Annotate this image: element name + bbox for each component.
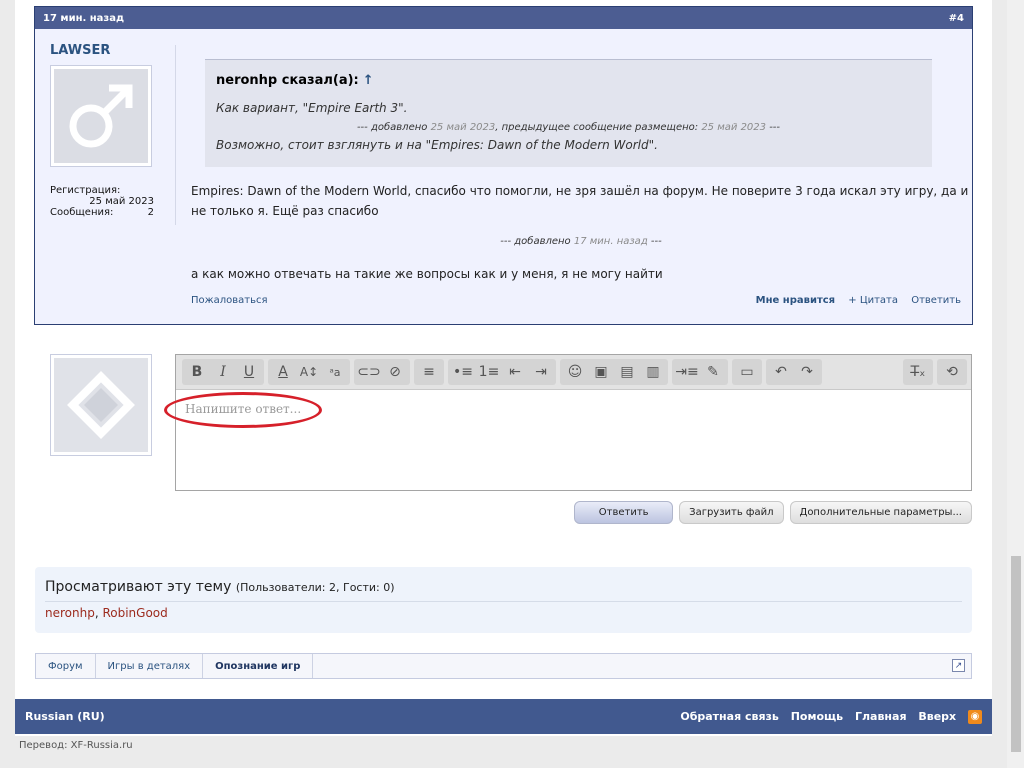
code-icon[interactable]: ▥	[640, 359, 666, 385]
upload-file-button[interactable]: Загрузить файл	[679, 501, 784, 524]
post-header: 17 мин. назад #4	[35, 7, 972, 29]
insert-icon[interactable]: ⇥≡	[674, 359, 700, 385]
added2-suffix: ---	[647, 236, 662, 247]
author-name[interactable]: LAWSER	[50, 43, 160, 58]
breadcrumb-forum[interactable]: Форум	[36, 654, 96, 678]
quote-author-name: neronhp сказал(а):	[216, 73, 359, 88]
indent-icon[interactable]: ⇥	[528, 359, 554, 385]
reply-button[interactable]: Ответить	[574, 501, 674, 524]
breadcrumb-games[interactable]: Игры в деталях	[96, 654, 204, 678]
top-link[interactable]: Вверх	[918, 710, 956, 723]
jump-to-icon[interactable]: ↗	[952, 659, 965, 672]
viewers-separator	[45, 601, 962, 602]
quote-author: neronhp сказал(а): ↑	[216, 73, 374, 88]
breadcrumb-current[interactable]: Опознание игр	[203, 654, 314, 678]
more-options-button[interactable]: Дополнительные параметры...	[789, 501, 972, 524]
scrollbar[interactable]	[1007, 0, 1024, 768]
italic-icon[interactable]: I	[210, 359, 236, 385]
post-text-1: Empires: Dawn of the Modern World, спаси…	[191, 184, 969, 218]
user-stats: Регистрация: 25 май 2023 Сообщения: 2	[50, 185, 154, 218]
added-date: 25 май 2023	[430, 122, 496, 133]
reg-label: Регистрация:	[50, 185, 121, 196]
outdent-icon[interactable]: ⇤	[502, 359, 528, 385]
messages-count[interactable]: 2	[148, 207, 154, 218]
author-avatar[interactable]	[50, 65, 152, 167]
language-chooser[interactable]: Russian (RU)	[25, 710, 105, 723]
scrollbar-thumb[interactable]	[1011, 556, 1021, 752]
added-prefix: --- добавлено	[356, 122, 431, 133]
post-time[interactable]: 17 мин. назад	[43, 13, 124, 24]
quote-added-note: --- добавлено 25 май 2023, предыдущее со…	[205, 122, 932, 133]
font-family-icon[interactable]: ᵃa	[322, 359, 348, 385]
editor-toolbar: B I U A A↕ ᵃa ⊂⊃ ⊘ ≡ •≡ 1≡ ⇤ ⇥ ☺ ▣ ▤ ▥ ⇥…	[176, 355, 971, 390]
clear-format-icon[interactable]: T̶ₓ	[905, 359, 931, 385]
quote-block: neronhp сказал(а): ↑ Как вариант, "Empire…	[205, 59, 932, 167]
added-note-2: --- добавлено 17 мин. назад ---	[191, 236, 971, 247]
added-suffix: ---	[766, 122, 781, 133]
font-size-icon[interactable]: A↕	[296, 359, 322, 385]
unlink-icon[interactable]: ⊘	[382, 359, 408, 385]
like-link[interactable]: Мне нравится	[756, 295, 835, 306]
rss-icon[interactable]: ◉	[968, 709, 982, 724]
reply-avatar	[50, 354, 152, 456]
viewers-panel: Просматривают эту тему (Пользователи: 2,…	[35, 567, 972, 633]
reply-buttons: Ответить Загрузить файл Дополнительные п…	[574, 501, 972, 524]
viewer-link[interactable]: RobinGood	[102, 606, 167, 620]
site-footer: Russian (RU) Обратная связь Помощь Главн…	[15, 699, 992, 734]
source-mode-icon[interactable]: ⟲	[939, 359, 965, 385]
bold-icon[interactable]: B	[184, 359, 210, 385]
viewers-counts: (Пользователи: 2, Гости: 0)	[235, 581, 395, 594]
viewers-title: Просматривают эту тему (Пользователи: 2,…	[45, 579, 395, 595]
breadcrumb: Форум Игры в деталях Опознание игр ↗	[35, 653, 972, 679]
divider	[175, 45, 176, 225]
messages-label: Сообщения:	[50, 207, 114, 218]
added-mid: , предыдущее сообщение размещено:	[495, 122, 702, 133]
highlight-ellipse	[164, 392, 322, 428]
post-text-2: а как можно отвечать на такие же вопросы…	[191, 267, 663, 281]
smiley-icon[interactable]: ☺	[562, 359, 588, 385]
image-icon[interactable]: ▣	[588, 359, 614, 385]
bullet-list-icon[interactable]: •≡	[450, 359, 476, 385]
save-icon[interactable]: ▭	[734, 359, 760, 385]
quote-line-2: Возможно, стоит взглянуть и на "Empires:…	[216, 138, 658, 152]
footer-links: Обратная связь Помощь Главная Вверх ◉	[672, 709, 982, 724]
numbered-list-icon[interactable]: 1≡	[476, 359, 502, 385]
male-avatar-icon	[54, 69, 148, 163]
align-icon[interactable]: ≡	[416, 359, 442, 385]
user-info: LAWSER Регистрация: 25 май 2023 Сообщени…	[50, 43, 160, 218]
text-color-icon[interactable]: A	[270, 359, 296, 385]
undo-icon[interactable]: ↶	[768, 359, 794, 385]
feedback-link[interactable]: Обратная связь	[680, 710, 779, 723]
redo-icon[interactable]: ↷	[794, 359, 820, 385]
post-message: 17 мин. назад #4 LAWSER Регистрация: 25 …	[34, 6, 973, 325]
viewers-heading: Просматривают эту тему	[45, 579, 232, 595]
underline-icon[interactable]: U	[236, 359, 262, 385]
draft-icon[interactable]: ✎	[700, 359, 726, 385]
quote-link[interactable]: + Цитата	[848, 295, 898, 306]
translation-credit[interactable]: Перевод: XF-Russia.ru	[19, 740, 133, 751]
report-link[interactable]: Пожаловаться	[191, 295, 268, 306]
quote-jump-icon[interactable]: ↑	[363, 73, 374, 88]
viewer-link[interactable]: neronhp	[45, 606, 95, 620]
reply-editor[interactable]: B I U A A↕ ᵃa ⊂⊃ ⊘ ≡ •≡ 1≡ ⇤ ⇥ ☺ ▣ ▤ ▥ ⇥…	[164, 354, 972, 491]
added2-prefix: --- добавлено	[500, 236, 574, 247]
home-link[interactable]: Главная	[855, 710, 907, 723]
media-icon[interactable]: ▤	[614, 359, 640, 385]
link-icon[interactable]: ⊂⊃	[356, 359, 382, 385]
help-link[interactable]: Помощь	[791, 710, 843, 723]
post-number[interactable]: #4	[949, 13, 964, 24]
reply-link[interactable]: Ответить	[911, 295, 961, 306]
viewers-list: neronhp, RobinGood	[45, 606, 168, 620]
added2-time: 17 мин. назад	[573, 236, 648, 247]
post-footer: Пожаловаться Мне нравится + Цитата Ответ…	[191, 295, 961, 306]
prev-date: 25 май 2023	[701, 122, 767, 133]
quote-line-1: Как вариант, "Empire Earth 3".	[216, 101, 408, 115]
default-avatar-icon	[54, 358, 148, 452]
reg-date: 25 май 2023	[89, 196, 154, 207]
